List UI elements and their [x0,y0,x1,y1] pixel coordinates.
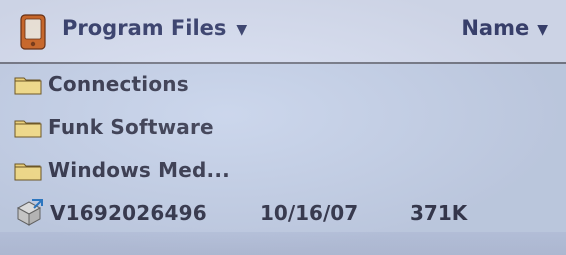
setup-package-icon [16,198,43,226]
item-name: Windows Med... [48,157,230,182]
header-bar: Program Files ▼ Name ▼ [0,0,566,64]
item-size: 371K [410,200,468,225]
list-item[interactable]: Windows Med... [0,148,566,191]
file-list: Connections Funk Software Windows Med... [0,62,566,234]
caret-down-icon: ▼ [236,22,248,38]
empty-list-area [0,232,566,255]
list-item[interactable]: V1692026496 10/16/07 371K [0,191,566,234]
pocket-pc-icon[interactable] [18,14,48,50]
folder-title-text: Program Files [62,16,227,40]
folder-icon [14,77,42,94]
item-name: V1692026496 [50,200,207,225]
sort-label: Name [461,16,530,40]
caret-down-icon: ▼ [537,22,548,38]
item-date: 10/16/07 [260,200,359,225]
folder-icon [14,163,42,180]
item-name: Connections [48,71,189,96]
sort-dropdown[interactable]: Name ▼ [461,16,548,40]
file-explorer-window: Program Files ▼ Name ▼ Connections Funk … [0,0,566,255]
list-item[interactable]: Funk Software [0,105,566,148]
folder-dropdown[interactable]: Program Files ▼ [62,16,247,40]
item-name: Funk Software [48,114,214,139]
list-item[interactable]: Connections [0,62,566,105]
folder-icon [14,120,42,137]
